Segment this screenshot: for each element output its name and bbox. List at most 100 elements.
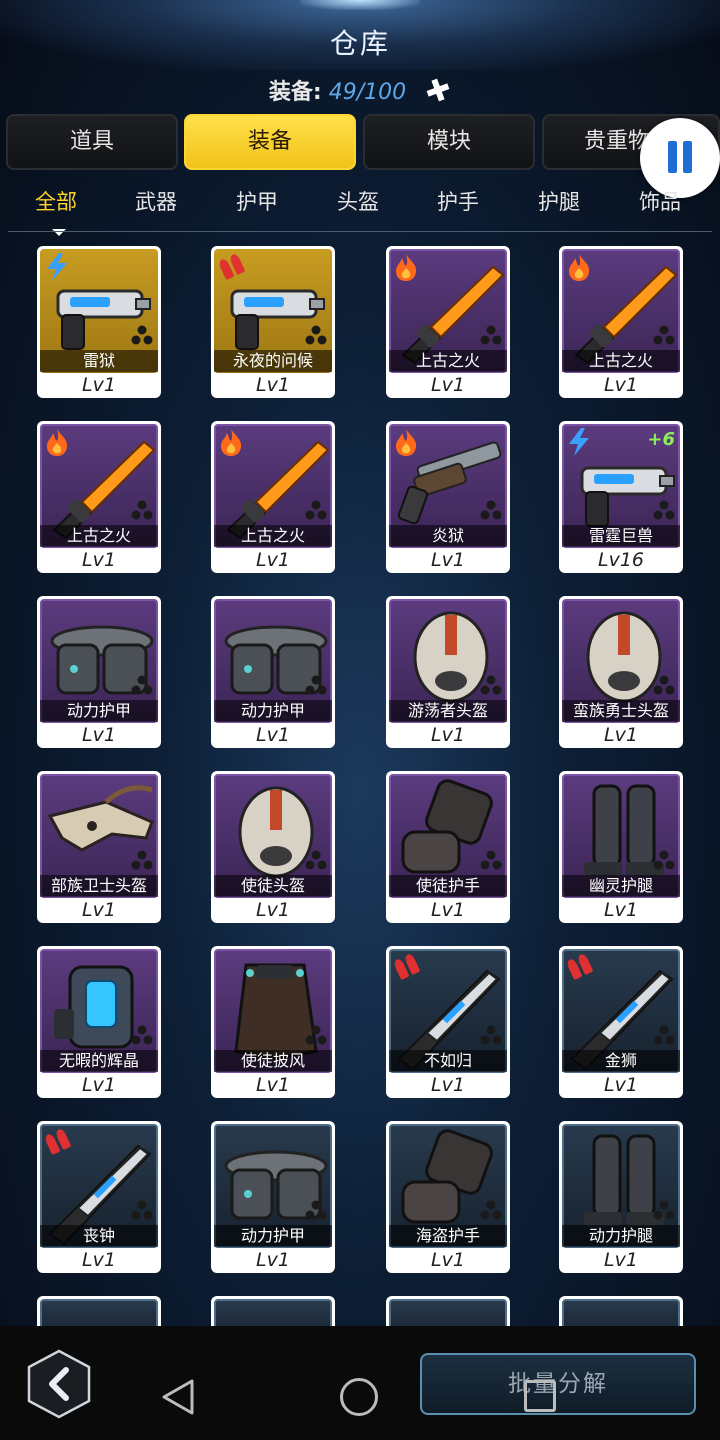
- inventory-card-partial[interactable]: [37, 1296, 161, 1326]
- item-name: 丧钟: [40, 1225, 158, 1247]
- item-level: Lv1: [82, 1249, 116, 1271]
- slot-dots-icon: [131, 1024, 153, 1050]
- subtab-leggings[interactable]: 护腿: [538, 186, 580, 216]
- item-level: Lv1: [82, 899, 116, 921]
- slot-dots-icon: [131, 499, 153, 525]
- capacity-readout: 装备: 49/100: [0, 74, 720, 109]
- inventory-card[interactable]: 不如归 Lv1: [386, 946, 510, 1098]
- slot-dots-icon: [480, 499, 502, 525]
- inventory-card[interactable]: 金狮 Lv1: [559, 946, 683, 1098]
- inventory-card[interactable]: 游荡者头盔 Lv1: [386, 596, 510, 748]
- item-name: 海盗护手: [389, 1225, 507, 1247]
- inventory-card[interactable]: 蛮族勇士头盔 Lv1: [559, 596, 683, 748]
- inventory-card-partial[interactable]: [386, 1296, 510, 1326]
- tab-equipment[interactable]: 装备: [184, 114, 356, 170]
- item-level: Lv1: [431, 1249, 465, 1271]
- inventory-card[interactable]: 幽灵护腿 Lv1: [559, 771, 683, 923]
- slot-dots-icon: [305, 1199, 327, 1225]
- subtab-helmets[interactable]: 头盔: [337, 186, 379, 216]
- item-level: Lv1: [82, 724, 116, 746]
- inventory-card[interactable]: 上古之火 Lv1: [37, 421, 161, 573]
- inventory-card[interactable]: 动力护甲 Lv1: [211, 596, 335, 748]
- subtab-divider: [8, 231, 712, 232]
- subtab-armor[interactable]: 护甲: [236, 186, 278, 216]
- subtab-accessories[interactable]: 饰品: [639, 186, 681, 216]
- inventory-grid: 雷狱 Lv1 永夜的问候 Lv1 上古之火 Lv1 上古之火 Lv1 上古之火 Lv1 上古之火 Lv…: [0, 246, 720, 1326]
- fire-icon: [392, 252, 420, 286]
- slot-dots-icon: [480, 1199, 502, 1225]
- item-level: Lv1: [604, 1074, 638, 1096]
- item-art: [562, 1299, 680, 1326]
- item-name: 动力护甲: [214, 1225, 332, 1247]
- slot-dots-icon: [131, 674, 153, 700]
- batch-dismantle-button[interactable]: 批量分解: [420, 1353, 696, 1415]
- item-name: 蛮族勇士头盔: [562, 700, 680, 722]
- category-tabs: 道具 装备 模块 贵重物: [0, 114, 720, 170]
- inventory-card[interactable]: 动力护甲 Lv1: [211, 1121, 335, 1273]
- item-name: 无暇的辉晶: [40, 1050, 158, 1072]
- item-name: 不如归: [389, 1050, 507, 1072]
- subtab-gloves[interactable]: 护手: [437, 186, 479, 216]
- fire-icon: [217, 427, 245, 461]
- inventory-card-partial[interactable]: [559, 1296, 683, 1326]
- inventory-card-partial[interactable]: [211, 1296, 335, 1326]
- slot-dots-icon: [480, 1024, 502, 1050]
- subtab-all[interactable]: 全部: [35, 186, 77, 216]
- inventory-card[interactable]: 使徒披风 Lv1: [211, 946, 335, 1098]
- back-button[interactable]: [26, 1348, 92, 1420]
- slot-dots-icon: [305, 674, 327, 700]
- tab-items[interactable]: 道具: [6, 114, 178, 170]
- nav-back-icon[interactable]: [160, 1378, 196, 1416]
- slot-dots-icon: [131, 1199, 153, 1225]
- inventory-card[interactable]: 使徒护手 Lv1: [386, 771, 510, 923]
- item-level: Lv16: [597, 549, 644, 571]
- inventory-card[interactable]: 无暇的辉晶 Lv1: [37, 946, 161, 1098]
- slot-dots-icon: [653, 674, 675, 700]
- inventory-card[interactable]: 炎狱 Lv1: [386, 421, 510, 573]
- ammo-icon: [43, 1127, 75, 1159]
- item-level: Lv1: [256, 724, 290, 746]
- item-level: Lv1: [82, 1074, 116, 1096]
- item-name: 动力护甲: [214, 700, 332, 722]
- item-level: Lv1: [604, 899, 638, 921]
- inventory-card[interactable]: 使徒头盔 Lv1: [211, 771, 335, 923]
- item-level: Lv1: [431, 374, 465, 396]
- inventory-card[interactable]: 雷狱 Lv1: [37, 246, 161, 398]
- nav-recent-icon[interactable]: [524, 1380, 556, 1412]
- item-name: 雷霆巨兽: [562, 525, 680, 547]
- item-name: 雷狱: [40, 350, 158, 372]
- subtab-weapons[interactable]: 武器: [135, 186, 177, 216]
- inventory-card[interactable]: 部族卫士头盔 Lv1: [37, 771, 161, 923]
- inventory-card[interactable]: 永夜的问候 Lv1: [211, 246, 335, 398]
- page-title: 仓库: [329, 27, 390, 60]
- item-art: [40, 1299, 158, 1326]
- ammo-icon: [392, 952, 424, 984]
- item-name: 动力护腿: [562, 1225, 680, 1247]
- inventory-card[interactable]: +6 雷霆巨兽 Lv16: [559, 421, 683, 573]
- slot-dots-icon: [653, 499, 675, 525]
- item-art: [389, 1299, 507, 1326]
- item-level: Lv1: [256, 1249, 290, 1271]
- inventory-card[interactable]: 动力护腿 Lv1: [559, 1121, 683, 1273]
- item-art: [214, 1299, 332, 1326]
- item-name: 上古之火: [389, 350, 507, 372]
- capacity-value: 49/100: [328, 80, 407, 105]
- inventory-card[interactable]: 丧钟 Lv1: [37, 1121, 161, 1273]
- item-name: 上古之火: [40, 525, 158, 547]
- item-name: 使徒头盔: [214, 875, 332, 897]
- plus-sort-icon[interactable]: [425, 77, 451, 109]
- pause-icon-bar: [683, 141, 692, 173]
- fire-icon: [392, 427, 420, 461]
- item-level: Lv1: [431, 549, 465, 571]
- inventory-card[interactable]: 上古之火 Lv1: [211, 421, 335, 573]
- nav-home-icon[interactable]: [340, 1378, 378, 1416]
- slot-dots-icon: [653, 849, 675, 875]
- item-name: 炎狱: [389, 525, 507, 547]
- item-level: Lv1: [82, 374, 116, 396]
- tab-modules[interactable]: 模块: [363, 114, 535, 170]
- inventory-card[interactable]: 动力护甲 Lv1: [37, 596, 161, 748]
- inventory-card[interactable]: 上古之火 Lv1: [559, 246, 683, 398]
- inventory-card[interactable]: 海盗护手 Lv1: [386, 1121, 510, 1273]
- slot-dots-icon: [305, 849, 327, 875]
- inventory-card[interactable]: 上古之火 Lv1: [386, 246, 510, 398]
